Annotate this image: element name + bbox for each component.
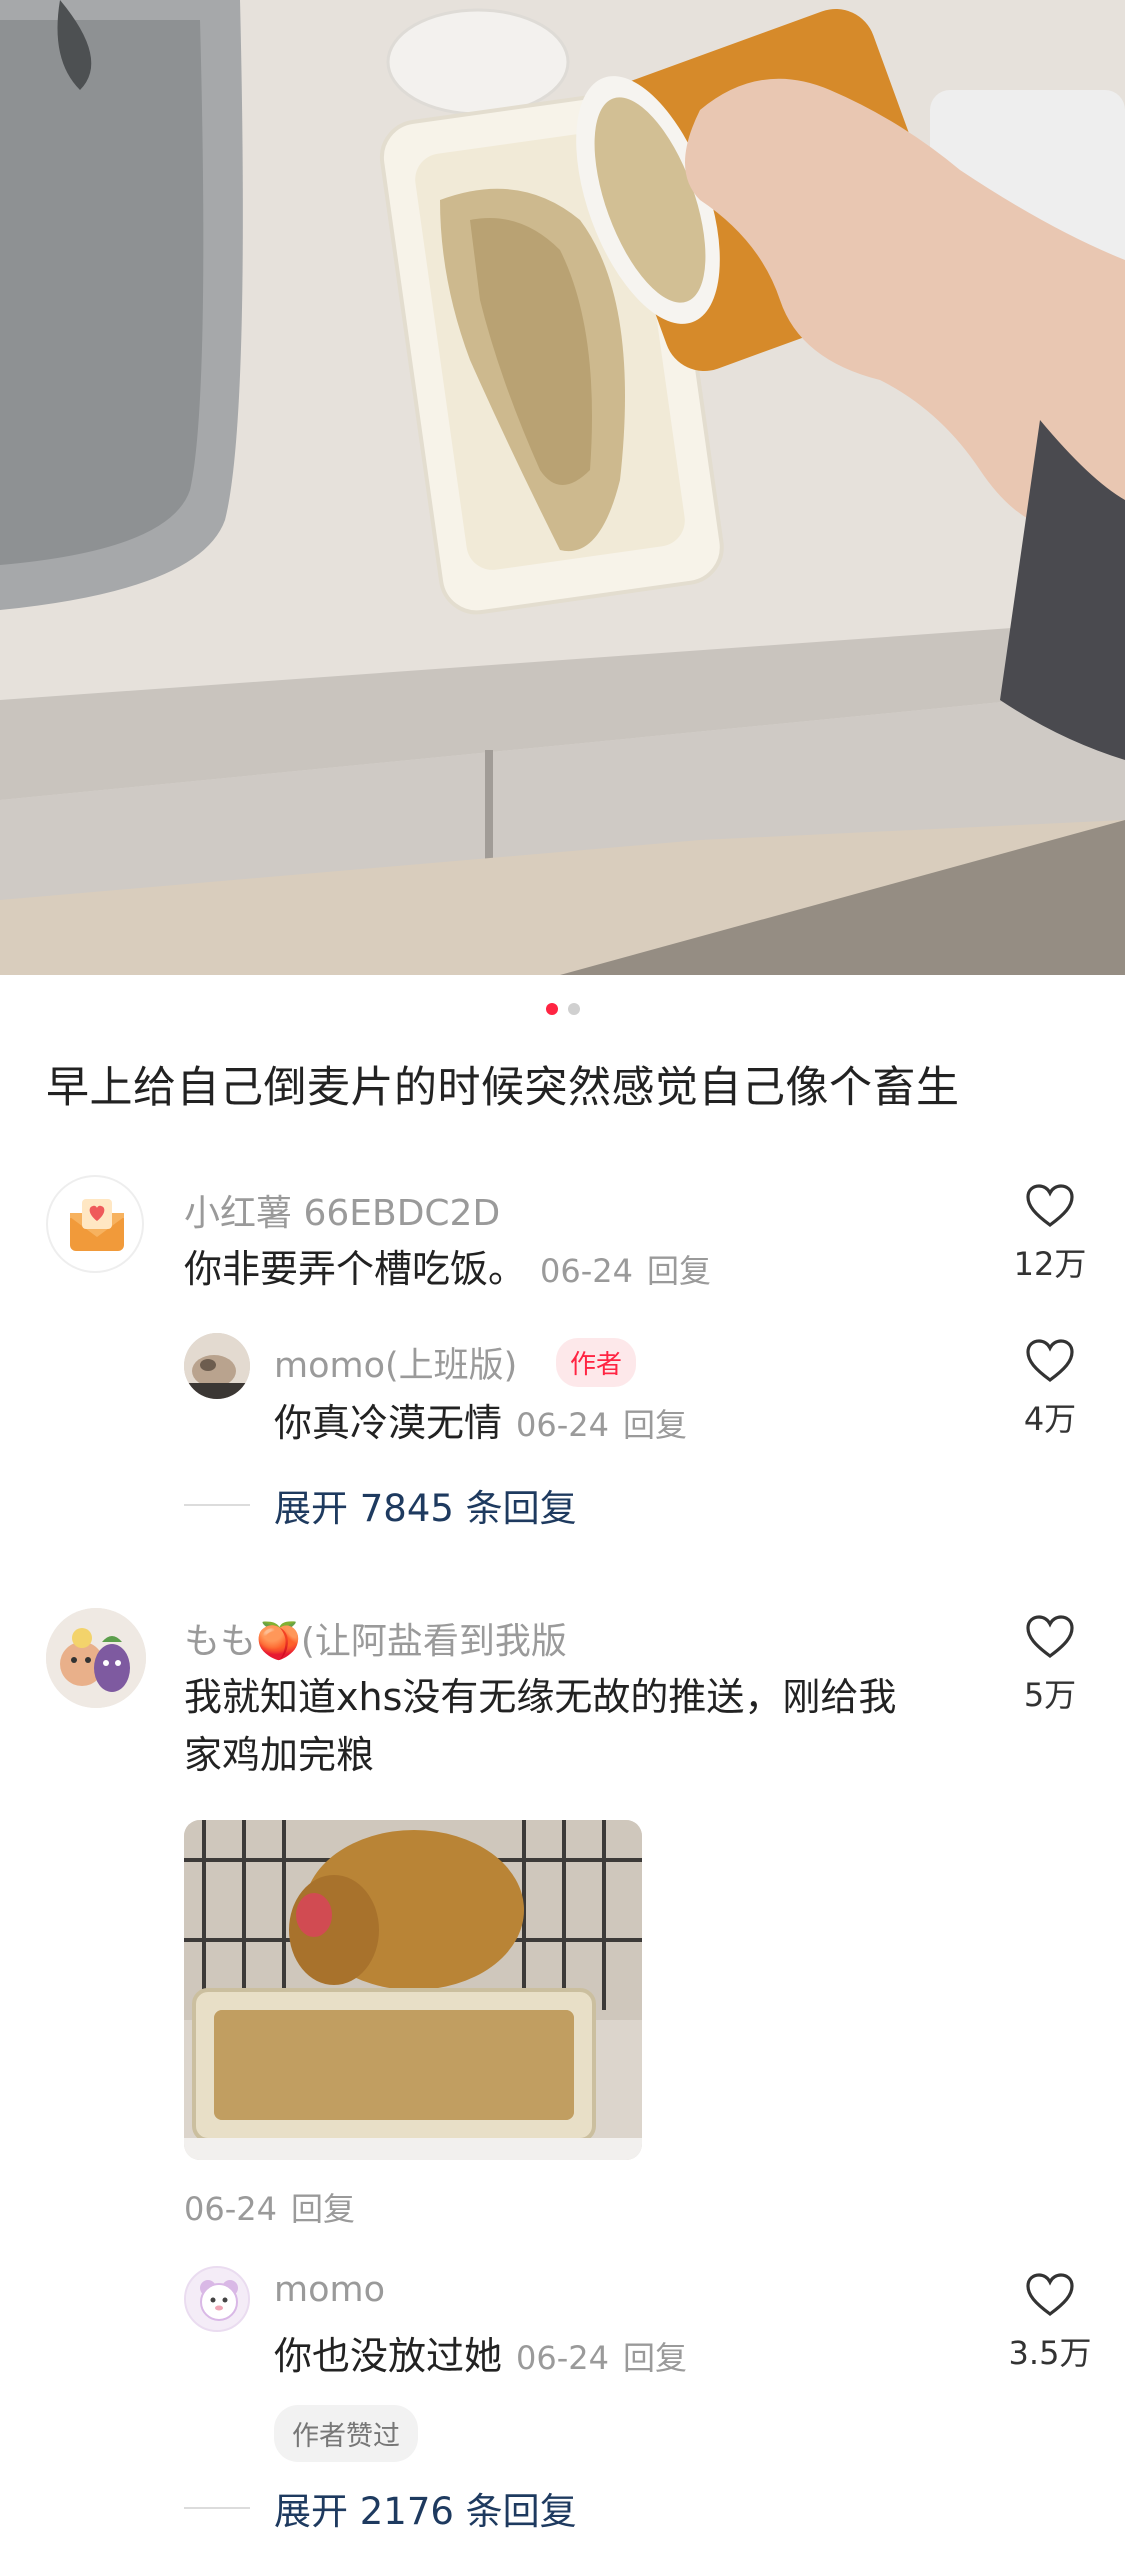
reply-date: 06-24 [516,1406,609,1444]
reply-body: 你真冷漠无情 [274,1401,503,1445]
comment-meta: 06-24 回复 [184,2184,355,2230]
heart-outline-icon [1026,1339,1074,1382]
post-title: 早上给自己倒麦片的时候突然感觉自己像个畜生 [46,1063,960,1113]
divider [184,1504,250,1506]
comment-text: 我就知道xhs没有无缘无故的推送，刚给我 家鸡加完粮 [184,1668,896,1784]
comment-body-line-1: 我就知道xhs没有无缘无故的推送，刚给我 [184,1675,897,1719]
avatar[interactable] [184,2266,250,2332]
reply-meta: 06-24 回复 [516,2339,687,2377]
heart-outline-icon [1026,2273,1074,2316]
like-count: 12万 [1013,1245,1087,1283]
like-button[interactable]: 4万 [995,1338,1105,1440]
reply-date: 06-24 [516,2339,609,2377]
avatar[interactable] [184,1333,250,1399]
reply-username[interactable]: momo(上班版) [274,1337,517,1388]
reply-text: 你也没放过她 06-24 回复 [274,2327,687,2387]
cat-photo-avatar [184,1333,250,1399]
comment-username[interactable]: もも🍑(让阿盐看到我版 [184,1612,567,1664]
avatar[interactable] [46,1608,146,1708]
comment-text: 你非要弄个槽吃饭。 06-24 回复 [184,1240,711,1300]
oat-pouring-photo [0,0,1125,975]
comment-image[interactable] [184,1820,642,2160]
heart-outline-icon [1026,1184,1074,1227]
expand-replies-label: 展开 2176 条回复 [274,2490,577,2533]
author-liked-tag: 作者赞过 [274,2405,418,2462]
figures-sticker-avatar [46,1608,146,1708]
heart-outline-icon [1026,1615,1074,1658]
cartoon-bear-avatar [186,2268,248,2330]
author-badge: 作者 [556,1338,637,1387]
comment-username[interactable]: 小红薯 66EBDC2D [184,1184,500,1236]
avatar[interactable] [46,1175,144,1273]
expand-replies-label: 展开 7845 条回复 [274,1487,577,1530]
comment-meta: 06-24 回复 [540,1252,711,1290]
reply-text: 你真冷漠无情 06-24 回复 [274,1394,687,1454]
reply-body: 你也没放过她 [274,2334,503,2378]
comment-date: 06-24 [540,1252,633,1290]
pagination-dot-2[interactable] [567,1003,580,1015]
comment-body-line-2: 家鸡加完粮 [184,1733,375,1777]
like-count: 4万 [1023,1400,1077,1438]
expand-replies-button[interactable]: 展开 2176 条回复 [184,2481,577,2535]
reply-button[interactable]: 回复 [647,1252,711,1290]
reply-username[interactable]: momo [274,2270,385,2310]
reply-button[interactable]: 回复 [291,2190,355,2228]
pagination-dot-1[interactable] [545,1003,558,1015]
comment-date: 06-24 [184,2190,277,2228]
chicken-feeding-photo [184,1820,642,2160]
like-count: 5万 [1023,1676,1077,1714]
post-photo[interactable] [0,0,1125,975]
gallery-pagination [0,1003,1125,1015]
reply-button[interactable]: 回复 [623,1406,687,1444]
divider [184,2507,250,2509]
like-count: 3.5万 [1008,2334,1092,2372]
comment-body: 你非要弄个槽吃饭。 [184,1247,527,1291]
like-button[interactable]: 3.5万 [995,2272,1105,2374]
like-button[interactable]: 5万 [995,1614,1105,1716]
reply-button[interactable]: 回复 [623,2339,687,2377]
like-button[interactable]: 12万 [995,1183,1105,1285]
reply-meta: 06-24 回复 [516,1406,687,1444]
envelope-heart-icon [70,1199,124,1251]
expand-replies-button[interactable]: 展开 7845 条回复 [184,1478,577,1532]
